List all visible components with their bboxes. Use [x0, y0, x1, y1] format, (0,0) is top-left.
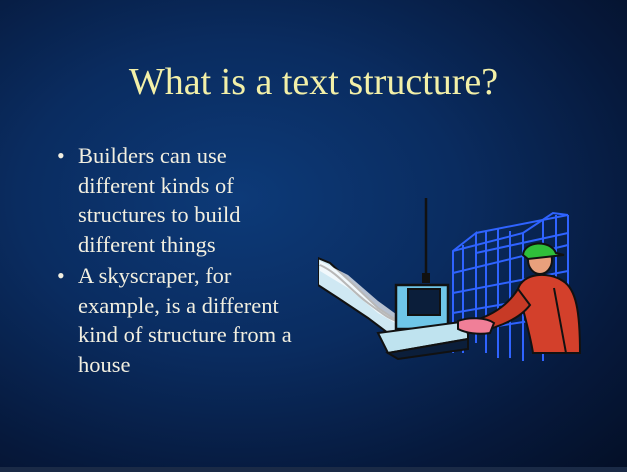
bullet-item: • A skyscraper, for example, is a differ… [56, 261, 306, 379]
bullet-dot-icon: • [57, 263, 65, 288]
bullet-dot-icon: • [57, 143, 65, 168]
slide: What is a text structure? • Builders can… [0, 0, 627, 472]
bullet-text: A skyscraper, for example, is a differen… [78, 263, 292, 377]
bullet-item: • Builders can use different kinds of st… [56, 141, 306, 259]
construction-worker-icon [318, 198, 582, 361]
bullet-list: • Builders can use different kinds of st… [56, 141, 306, 381]
slide-title: What is a text structure? [128, 61, 499, 103]
bottom-strip [0, 467, 627, 472]
bullet-text: Builders can use different kinds of stru… [78, 143, 241, 257]
